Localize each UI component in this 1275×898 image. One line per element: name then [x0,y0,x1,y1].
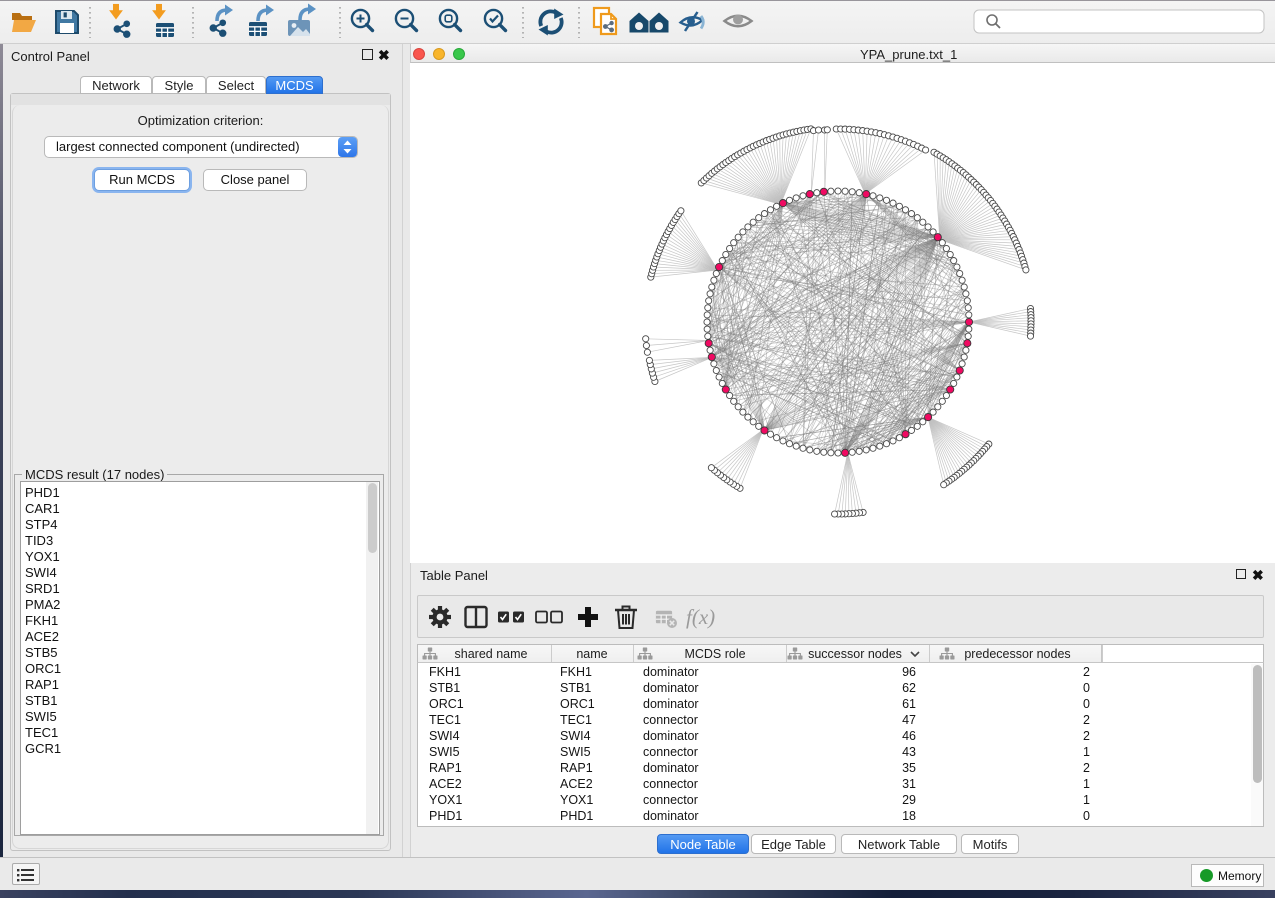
svg-text:f(x): f(x) [686,605,715,629]
